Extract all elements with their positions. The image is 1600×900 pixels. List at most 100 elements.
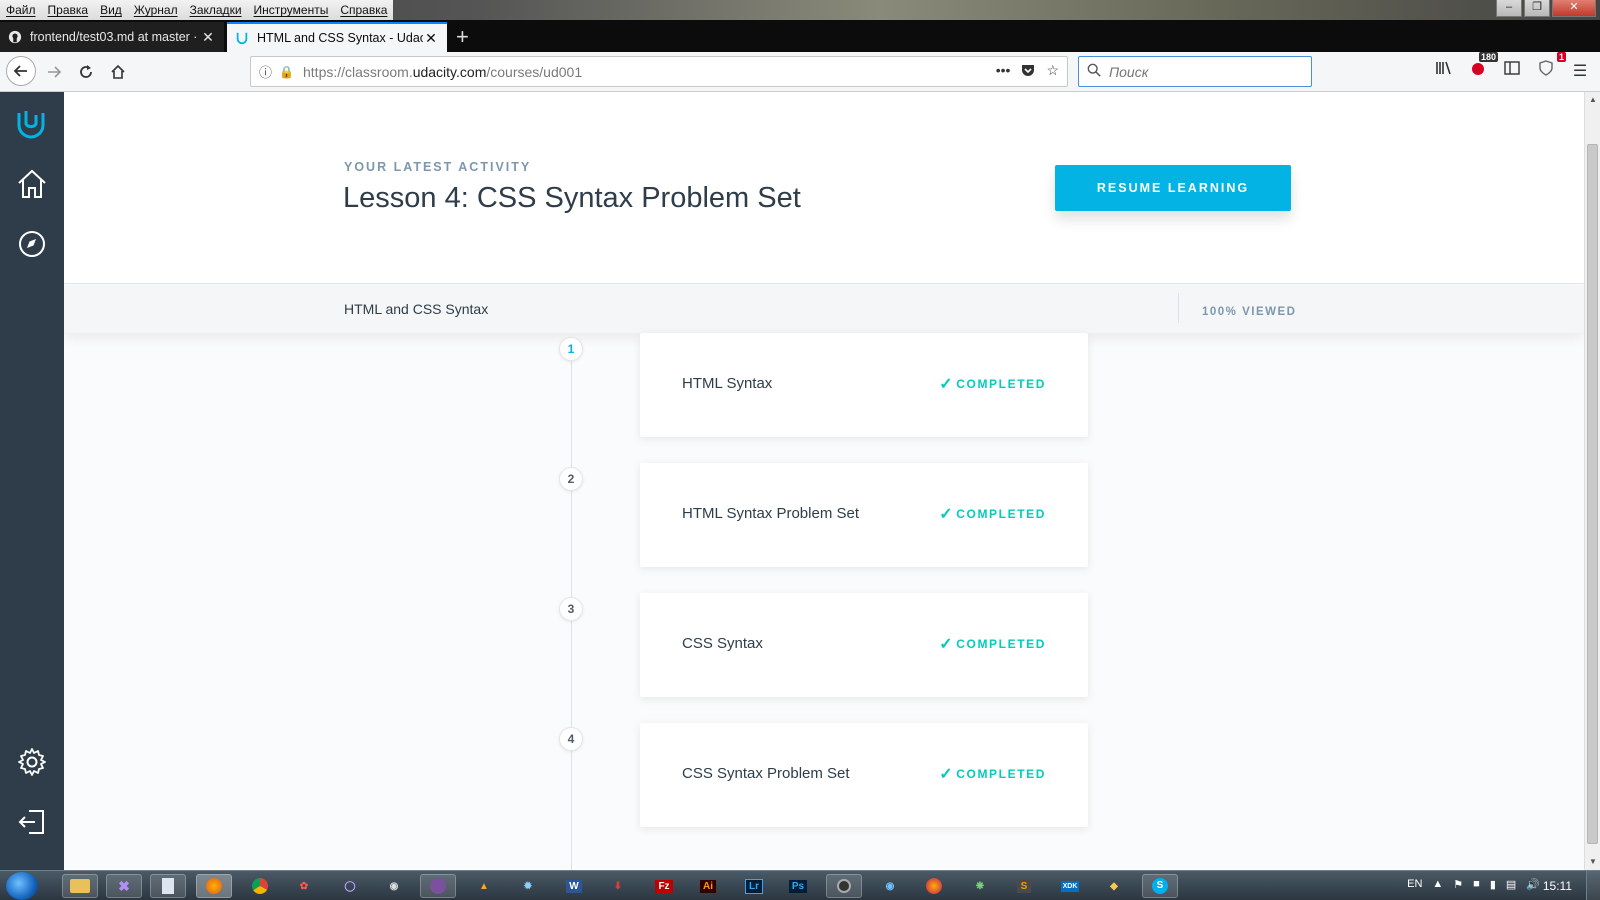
address-bar[interactable]: ⓘ 🔒 https://classroom.udacity.com/course… — [250, 56, 1068, 87]
word-icon[interactable]: W — [556, 874, 592, 898]
tab-udacity[interactable]: HTML and CSS Syntax - Udacity ✕ — [227, 22, 447, 52]
illustrator-icon[interactable]: Ai — [690, 874, 726, 898]
url-text[interactable]: https://classroom.udacity.com/courses/ud… — [303, 64, 996, 80]
scroll-down-icon[interactable]: ▼ — [1585, 854, 1600, 870]
chrome-icon[interactable] — [242, 874, 278, 898]
reload-button[interactable] — [72, 58, 100, 86]
menu-bookmarks[interactable]: Закладки — [184, 0, 248, 20]
scroll-up-icon[interactable]: ▲ — [1585, 92, 1600, 108]
home-icon[interactable] — [12, 164, 52, 204]
close-window-button[interactable]: ✕ — [1552, 0, 1596, 17]
network-icon[interactable]: ▤ — [1506, 878, 1516, 891]
tray-expand-icon[interactable]: ▲ — [1432, 878, 1443, 891]
tab-title: HTML and CSS Syntax - Udacity — [257, 31, 423, 45]
completed-status: ✓ COMPLETED — [939, 506, 1046, 523]
adblock-icon[interactable]: 180 — [1468, 52, 1498, 81]
app-icon[interactable]: ❋ — [962, 874, 998, 898]
lock-warning-icon[interactable]: 🔒 — [279, 65, 297, 79]
lightroom-icon[interactable]: Lr — [736, 874, 772, 898]
lesson-title: HTML Syntax Problem Set — [682, 505, 860, 522]
completed-status: ✓ COMPLETED — [939, 636, 1046, 653]
lesson-card[interactable]: CSS Syntax Problem Set ✓ COMPLETED — [640, 723, 1088, 827]
info-icon[interactable]: ⓘ — [259, 62, 279, 81]
app-icon[interactable]: ✹ — [510, 874, 546, 898]
compass-icon[interactable] — [12, 224, 52, 264]
download-app-icon[interactable]: ⬇ — [600, 874, 636, 898]
notepad-icon[interactable] — [150, 874, 186, 898]
photoshop-icon[interactable]: Ps — [780, 874, 816, 898]
menu-bar: Файл Правка Вид Журнал Закладки Инструме… — [0, 0, 394, 20]
back-button[interactable] — [6, 56, 36, 86]
close-tab-icon[interactable]: ✕ — [423, 30, 439, 47]
sidebar-toggle-icon[interactable] — [1502, 61, 1522, 80]
menu-help[interactable]: Справка — [334, 0, 393, 20]
visual-studio-icon[interactable]: ✖ — [106, 874, 142, 898]
firefox-icon[interactable] — [196, 874, 232, 898]
page-actions-icon[interactable]: ••• — [996, 62, 1011, 81]
language-indicator[interactable]: EN — [1407, 878, 1422, 891]
app-icon[interactable]: ◆ — [1096, 874, 1132, 898]
start-button[interactable] — [6, 872, 38, 900]
page-scrollbar[interactable]: ▲ ▼ — [1584, 92, 1600, 870]
app-icon[interactable]: ✿ — [286, 874, 322, 898]
lesson-card[interactable]: CSS Syntax ✓ COMPLETED — [640, 593, 1088, 697]
library-icon[interactable] — [1434, 60, 1454, 81]
back-arrow-icon — [13, 65, 27, 77]
checkmark-icon: ✓ — [939, 636, 955, 653]
shield-icon[interactable]: 1 — [1536, 52, 1566, 81]
app-icon[interactable]: ◯ — [332, 874, 368, 898]
gear-icon[interactable] — [12, 742, 52, 782]
volume-icon[interactable]: 🔊 — [1526, 878, 1540, 891]
power-icon[interactable]: ▮ — [1490, 878, 1496, 891]
latest-activity-panel: YOUR LATEST ACTIVITY Lesson 4: CSS Synta… — [64, 92, 1584, 284]
home-button[interactable] — [104, 58, 132, 86]
new-tab-button[interactable]: + — [456, 24, 469, 50]
hamburger-menu-icon[interactable]: ☰ — [1570, 61, 1590, 81]
menu-file[interactable]: Файл — [0, 0, 42, 20]
bookmark-star-icon[interactable]: ☆ — [1046, 62, 1059, 81]
show-desktop-button[interactable] — [1586, 871, 1600, 900]
menu-view[interactable]: Вид — [94, 0, 128, 20]
udacity-icon — [235, 31, 249, 45]
sublime-icon[interactable]: S — [1006, 874, 1042, 898]
menu-edit[interactable]: Правка — [42, 0, 95, 20]
eye-app-icon[interactable]: ◉ — [376, 874, 412, 898]
latest-activity-label: YOUR LATEST ACTIVITY — [344, 160, 532, 174]
logout-icon[interactable] — [12, 802, 52, 842]
forward-button[interactable] — [40, 58, 68, 86]
github-icon — [8, 30, 22, 44]
explorer-icon[interactable] — [62, 874, 98, 898]
intel-xdk-icon[interactable]: XDK — [1052, 874, 1088, 898]
main-content: YOUR LATEST ACTIVITY Lesson 4: CSS Synta… — [64, 92, 1584, 870]
app-icon[interactable]: ▲ — [466, 874, 502, 898]
tab-github[interactable]: frontend/test03.md at master · ✕ — [0, 22, 224, 52]
minimize-button[interactable]: – — [1496, 0, 1522, 17]
search-bar[interactable] — [1078, 56, 1312, 87]
lesson-step: 1 HTML Syntax ✓ COMPLETED — [64, 333, 1584, 447]
udacity-logo-icon[interactable] — [12, 104, 52, 144]
tray-app-icon[interactable]: ■ — [1473, 878, 1480, 891]
clock[interactable]: 15:11 — [1543, 879, 1572, 893]
scroll-thumb[interactable] — [1587, 144, 1598, 844]
lesson-title: CSS Syntax Problem Set — [682, 765, 850, 782]
reload-icon — [80, 65, 92, 78]
os-taskbar: ✖ ✿ ◯ ◉ ▲ ✹ W ⬇ Fz Ai Lr Ps ◉ ❋ S XDK ◆ … — [0, 870, 1600, 900]
search-input[interactable] — [1109, 63, 1289, 80]
close-tab-icon[interactable]: ✕ — [200, 29, 216, 46]
pocket-icon[interactable] — [1020, 62, 1036, 81]
viber-icon[interactable] — [420, 874, 456, 898]
lesson-card[interactable]: HTML Syntax Problem Set ✓ COMPLETED — [640, 463, 1088, 567]
app-icon[interactable]: ◉ — [872, 874, 908, 898]
flag-icon[interactable]: ⚑ — [1453, 878, 1463, 891]
resume-learning-button[interactable]: RESUME LEARNING — [1055, 165, 1291, 211]
divider — [1178, 293, 1179, 323]
lesson-card[interactable]: HTML Syntax ✓ COMPLETED — [640, 333, 1088, 437]
menu-tools[interactable]: Инструменты — [248, 0, 335, 20]
restore-button[interactable]: ❐ — [1524, 0, 1550, 17]
firefox-dev-icon[interactable] — [916, 874, 952, 898]
skype-icon[interactable]: S — [1142, 874, 1178, 898]
app-icon[interactable] — [826, 874, 862, 898]
filezilla-icon[interactable]: Fz — [646, 874, 682, 898]
completed-status: ✓ COMPLETED — [939, 766, 1046, 783]
menu-history[interactable]: Журнал — [128, 0, 184, 20]
